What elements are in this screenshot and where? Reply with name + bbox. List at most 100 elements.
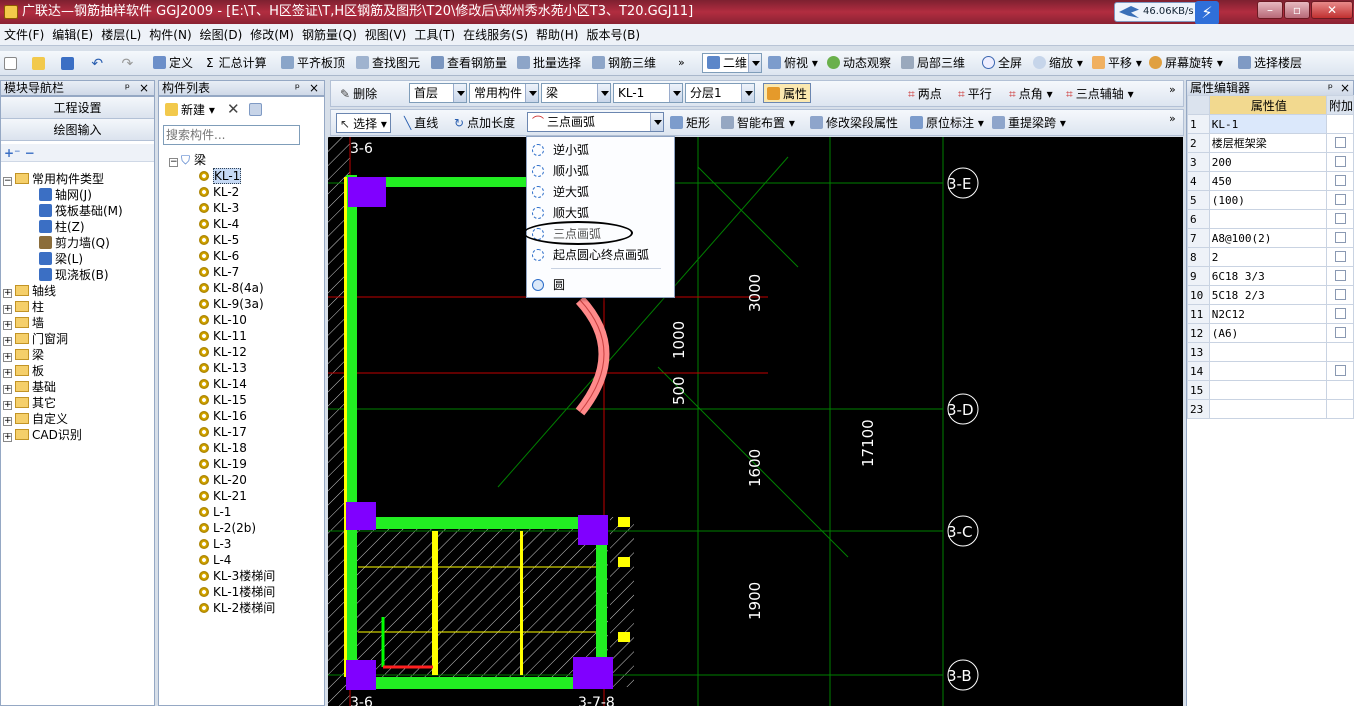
save-icon[interactable] — [60, 57, 74, 70]
component-item[interactable]: KL-18 — [169, 440, 275, 456]
property-row[interactable]: 4 450 — [1187, 171, 1354, 191]
menu-item[interactable]: 版本号(B) — [582, 28, 644, 42]
menu-item[interactable]: 视图(V) — [361, 28, 411, 42]
extra-checkbox[interactable] — [1335, 269, 1347, 281]
property-value[interactable] — [1208, 342, 1327, 362]
property-value[interactable] — [1208, 399, 1327, 419]
modify-span-button[interactable]: 修改梁段属性 — [810, 113, 898, 133]
define-button[interactable]: 定义 — [153, 53, 193, 73]
nav-group-5[interactable]: + 板 — [3, 363, 123, 379]
open-icon[interactable] — [32, 57, 46, 70]
menu-item[interactable]: 工具(T) — [410, 28, 459, 42]
delete-button[interactable]: ✎ 删除 — [340, 84, 377, 104]
menu-item[interactable]: 绘图(D) — [196, 28, 247, 42]
component-select[interactable]: KL-1 — [613, 83, 683, 103]
component-item[interactable]: KL-9(3a) — [169, 296, 275, 312]
line-button[interactable]: ╲ 直线 — [404, 113, 438, 133]
zoom-button[interactable]: 缩放 ▾ — [1033, 53, 1083, 73]
property-row[interactable]: 13 — [1187, 342, 1354, 362]
component-item[interactable]: KL-11 — [169, 328, 275, 344]
nav-group-9[interactable]: + CAD识别 — [3, 427, 123, 443]
menu-item[interactable]: 构件(N) — [145, 28, 195, 42]
property-row[interactable]: 5 (100) — [1187, 190, 1354, 210]
extra-checkbox[interactable] — [1335, 364, 1347, 376]
component-item[interactable]: KL-8(4a) — [169, 280, 275, 296]
expand-icon[interactable]: + — [3, 369, 12, 378]
circle-option[interactable]: 圆 — [527, 275, 674, 295]
extra-checkbox[interactable] — [1335, 155, 1347, 167]
component-item[interactable]: KL-17 — [169, 424, 275, 440]
extra-checkbox[interactable] — [1335, 326, 1347, 338]
extra-checkbox[interactable] — [1335, 174, 1347, 186]
pan-button[interactable]: 平移 ▾ — [1092, 53, 1142, 73]
menu-item[interactable]: 修改(M) — [246, 28, 298, 42]
nav-item-5[interactable]: 现浇板(B) — [3, 267, 123, 283]
column[interactable] — [346, 660, 376, 690]
local-3d-button[interactable]: 局部三维 — [901, 53, 965, 73]
re-extract-button[interactable]: 重提梁跨 ▾ — [992, 113, 1066, 133]
toolbar-overflow-1[interactable]: » — [678, 53, 685, 73]
component-item[interactable]: KL-1楼梯间 — [169, 584, 275, 600]
smart-layout-button[interactable]: 智能布置 ▾ — [721, 113, 795, 133]
draw-input-button[interactable]: 绘图输入 — [1, 119, 154, 141]
nav-group-8[interactable]: + 自定义 — [3, 411, 123, 427]
undo-icon[interactable]: ↶ — [91, 56, 103, 72]
component-item[interactable]: KL-2楼梯间 — [169, 600, 275, 616]
nav-group-3[interactable]: + 门窗洞 — [3, 331, 123, 347]
column[interactable] — [578, 515, 608, 545]
component-item[interactable]: KL-16 — [169, 408, 275, 424]
component-item[interactable]: L-4 — [169, 552, 275, 568]
find-button[interactable]: 查找图元 — [356, 53, 420, 73]
property-row[interactable]: 11 N2C12 — [1187, 304, 1354, 324]
select-floor-button[interactable]: 选择楼层 — [1238, 53, 1302, 73]
point-length-button[interactable]: ↻ 点加长度 — [454, 113, 515, 133]
expand-icon[interactable]: + — [3, 385, 12, 394]
layer-select[interactable]: 分层1 — [685, 83, 755, 103]
expand-icon[interactable]: + — [3, 401, 12, 410]
pin-icon[interactable]: ᵖ — [125, 81, 130, 95]
property-value[interactable]: 6C18 3/3 — [1208, 266, 1327, 286]
component-item[interactable]: KL-4 — [169, 216, 275, 232]
component-item[interactable]: L-2(2b) — [169, 520, 275, 536]
component-item[interactable]: KL-2 — [169, 184, 275, 200]
component-item[interactable]: L-1 — [169, 504, 275, 520]
expand-icon[interactable]: + — [3, 417, 12, 426]
new-component-button[interactable]: 新建 ▾ — [165, 100, 215, 120]
collapse-icon[interactable]: − — [169, 158, 178, 167]
nav-group-common[interactable]: − 常用构件类型 — [3, 171, 123, 187]
property-value[interactable]: (100) — [1208, 190, 1327, 210]
delete-component-icon[interactable]: ✕ — [227, 99, 240, 119]
extra-checkbox[interactable] — [1335, 193, 1347, 205]
component-search-input[interactable] — [163, 125, 300, 145]
nav-item-2[interactable]: 柱(Z) — [3, 219, 123, 235]
component-item[interactable]: KL-7 — [169, 264, 275, 280]
property-row[interactable]: 12 (A6) — [1187, 323, 1354, 343]
rectangle-button[interactable]: 矩形 — [670, 113, 710, 133]
redo-icon[interactable]: ↷ — [122, 56, 134, 72]
floor-select[interactable]: 首层 — [409, 83, 467, 103]
column[interactable] — [346, 502, 376, 530]
component-item[interactable]: KL-3 — [169, 200, 275, 216]
collapse-all-icon[interactable]: − — [25, 146, 35, 160]
menu-item[interactable]: 钢筋量(Q) — [298, 28, 361, 42]
menu-item[interactable]: 文件(F) — [0, 28, 48, 42]
drawing-canvas[interactable]: 3-E 3-D 3-C 3-B 3-6 3-7-8 3000 1000 500 1600 1900… — [328, 137, 1183, 706]
collapse-icon[interactable]: − — [3, 177, 12, 186]
component-item[interactable]: KL-3楼梯间 — [169, 568, 275, 584]
extra-checkbox[interactable] — [1335, 288, 1347, 300]
fullscreen-button[interactable]: 全屏 — [982, 53, 1022, 73]
beam-middle[interactable] — [348, 517, 608, 529]
top-view-button[interactable]: 俯视 ▾ — [768, 53, 818, 73]
property-row[interactable]: 10 5C18 2/3 — [1187, 285, 1354, 305]
view-mode-select[interactable]: 二维 — [702, 53, 762, 73]
maximize-button[interactable]: ▫ — [1284, 1, 1310, 19]
property-value[interactable]: KL-1 — [1208, 114, 1327, 134]
property-row[interactable]: 9 6C18 3/3 — [1187, 266, 1354, 286]
property-value[interactable]: N2C12 — [1208, 304, 1327, 324]
select-button[interactable]: ↖ 选择 ▾ — [336, 113, 391, 133]
extra-checkbox[interactable] — [1335, 250, 1347, 262]
lightning-icon[interactable]: ⚡ — [1195, 1, 1219, 25]
component-item[interactable]: KL-14 — [169, 376, 275, 392]
nav-group-0[interactable]: + 轴线 — [3, 283, 123, 299]
expand-icon[interactable]: + — [3, 433, 12, 442]
